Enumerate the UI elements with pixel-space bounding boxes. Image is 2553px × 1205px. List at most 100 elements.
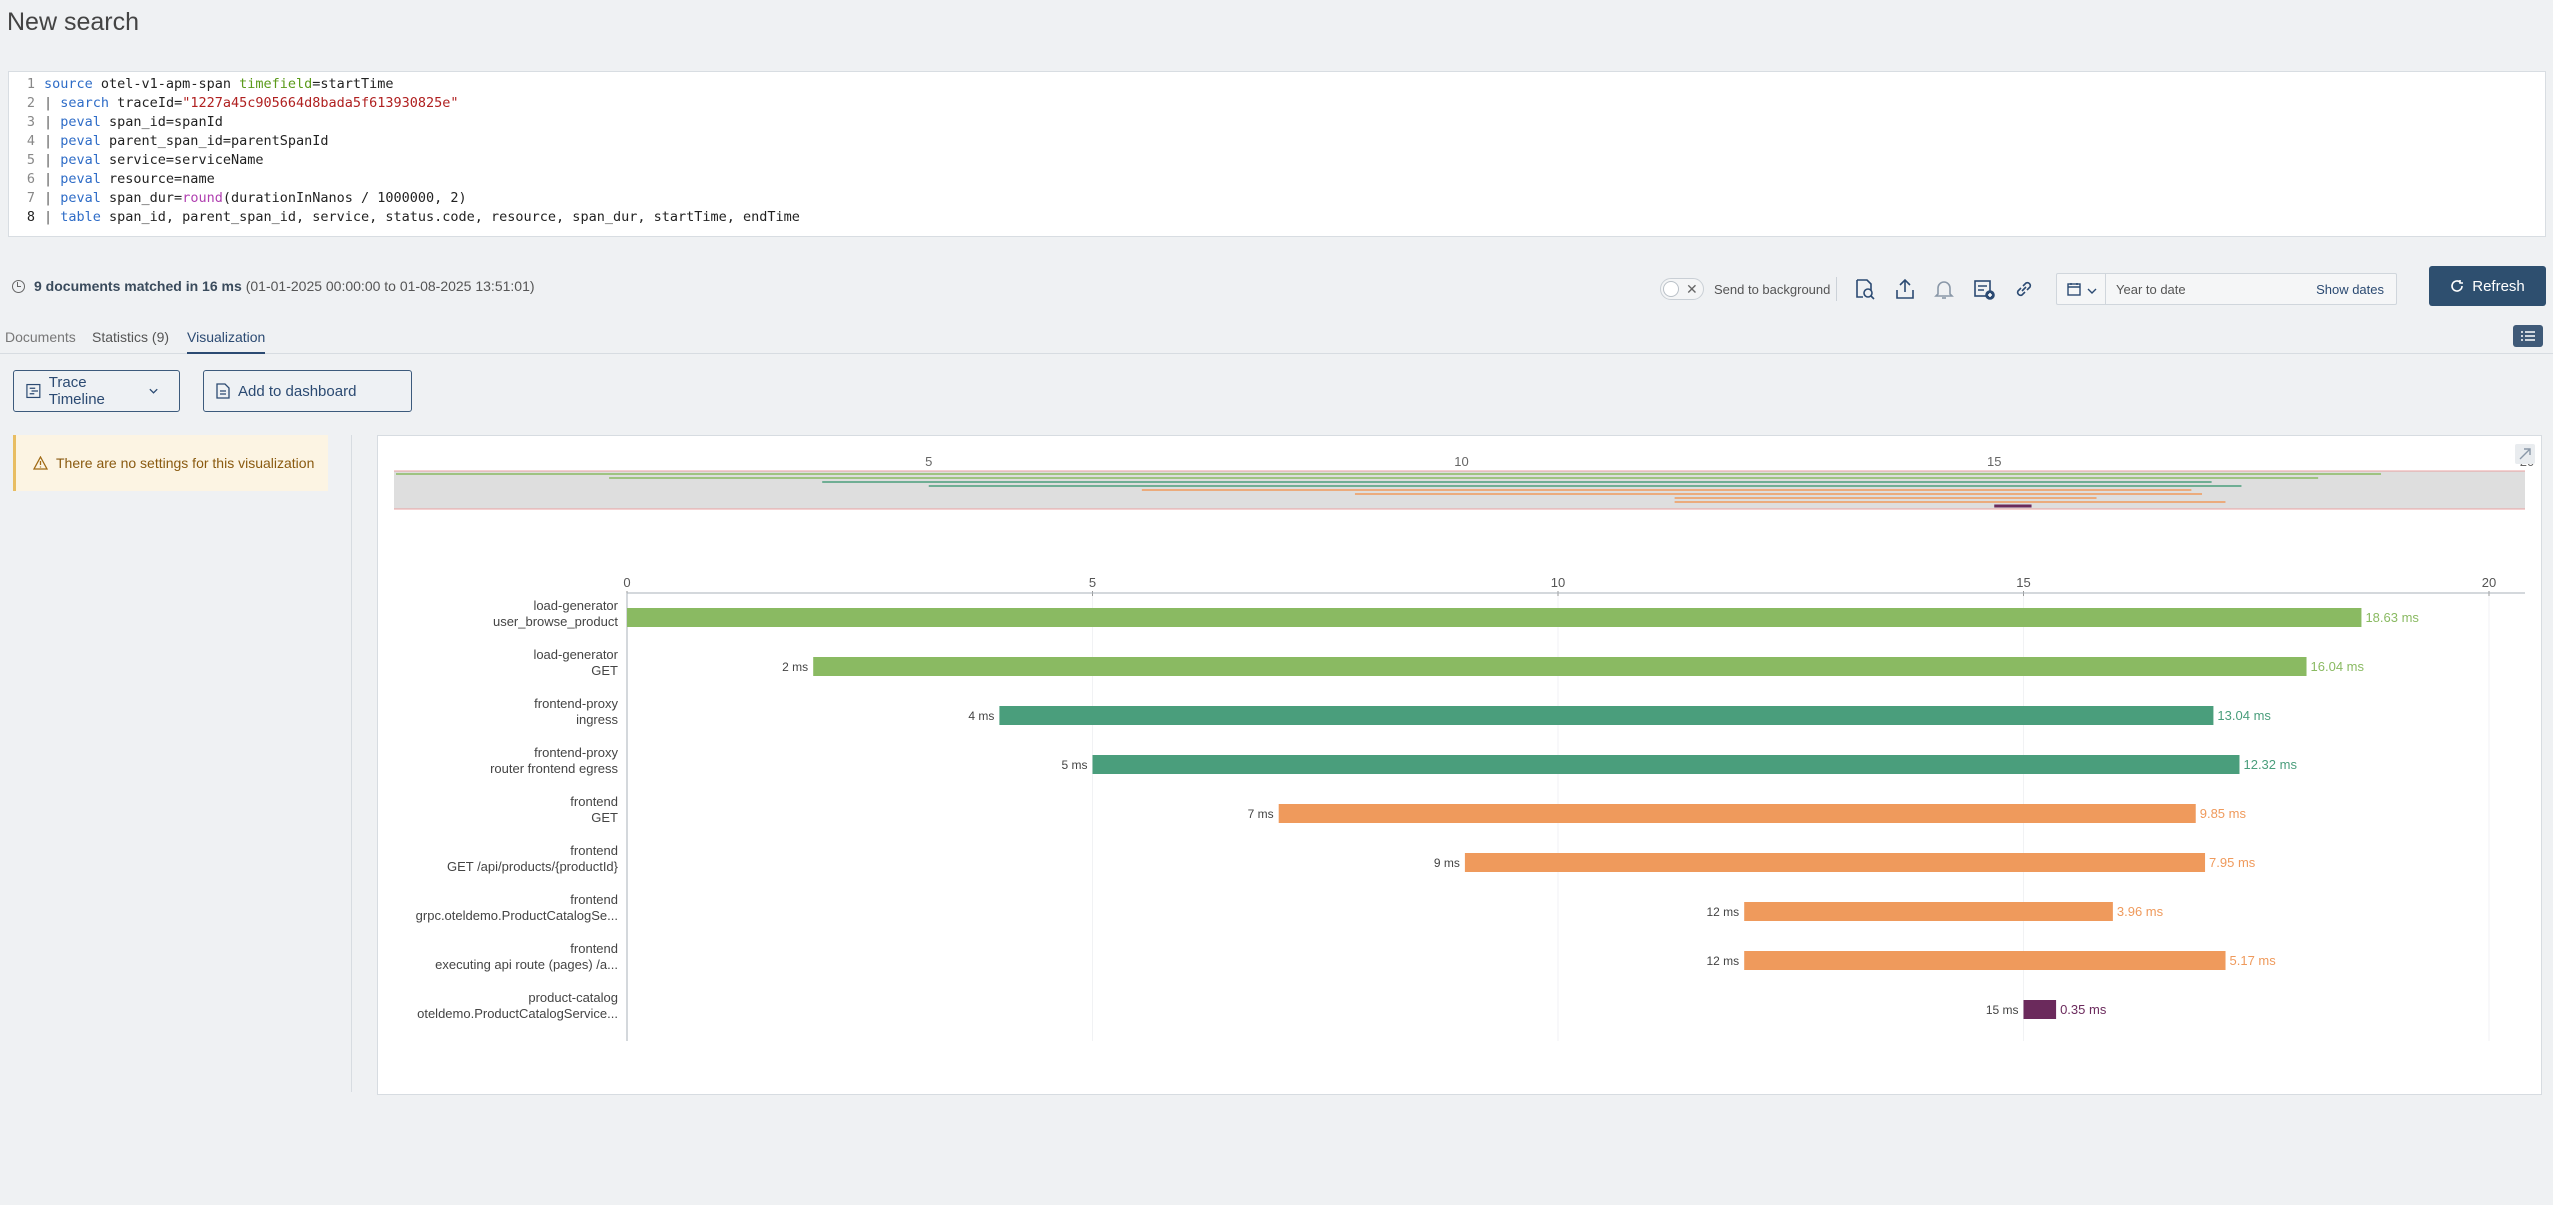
code-token: span_id, parent_span_id, service, status… (100, 209, 800, 225)
toolbar-divider (1836, 277, 1837, 301)
status-bar: 9 documents matched in 16 ms (01-01-2025… (0, 270, 2553, 306)
span-bar (2023, 1000, 2057, 1019)
span-start-label: 12 ms (1707, 954, 1740, 968)
tab-visualization[interactable]: Visualization (187, 329, 266, 354)
span-duration-label: 13.04 ms (2217, 708, 2271, 723)
span-resource-label: GET (591, 810, 618, 825)
code-token: service=serviceName (100, 152, 264, 168)
chevron-down-icon[interactable] (2087, 283, 2097, 301)
trace-timeline-panel: 510152005101520load-generatoruser_browse… (377, 435, 2542, 1095)
line-number: 4 (26, 133, 35, 149)
calendar-icon[interactable] (2067, 282, 2081, 301)
span-resource-label: router frontend egress (490, 761, 618, 776)
code-token: | (44, 152, 61, 168)
show-dates-link[interactable]: Show dates (2316, 282, 2384, 297)
span-duration-label: 16.04 ms (2311, 659, 2365, 674)
span-start-label: 2 ms (782, 660, 808, 674)
span-service-label: frontend (570, 843, 618, 858)
code-token: peval (60, 190, 101, 206)
code-line[interactable]: 8 | table span_id, parent_span_id, servic… (9, 208, 2545, 227)
refresh-button[interactable]: Refresh (2429, 266, 2546, 306)
span-bar (1744, 951, 2226, 970)
span-bar (1744, 902, 2113, 921)
code-token: span_id=spanId (100, 114, 223, 130)
tab-statistics[interactable]: Statistics (9) (92, 329, 169, 354)
code-token: search (60, 95, 110, 111)
span-duration-label: 9.85 ms (2200, 806, 2247, 821)
link-icon[interactable] (2009, 275, 2039, 303)
viz-type-label: Trace Timeline (48, 374, 105, 408)
document-icon (216, 383, 230, 399)
bell-icon[interactable] (1929, 275, 1959, 303)
toggle-knob (1663, 281, 1679, 297)
add-to-dashboard-button[interactable]: Add to dashboard (203, 370, 412, 412)
code-line[interactable]: 2 | search traceId="1227a45c905664d8bada5… (9, 94, 2545, 113)
span-start-label: 12 ms (1707, 905, 1740, 919)
span-bar (1092, 755, 2240, 774)
no-settings-notice: There are no settings for this visualiza… (13, 435, 328, 491)
code-token: span_dur= (100, 190, 183, 206)
span-start-label: 9 ms (1434, 856, 1460, 870)
span-start-label: 15 ms (1986, 1003, 2019, 1017)
date-range-value[interactable]: Year to date (2116, 282, 2186, 297)
code-line[interactable]: 6 | peval resource=name (9, 170, 2545, 189)
code-line[interactable]: 1 source otel-v1-apm-span timefield=start… (9, 75, 2545, 94)
code-token: parent_span_id=parentSpanId (100, 133, 329, 149)
span-duration-label: 0.35 ms (2060, 1002, 2107, 1017)
code-token: | (44, 133, 61, 149)
line-number: 7 (26, 190, 35, 206)
list-view-icon[interactable] (2513, 325, 2543, 347)
span-resource-label: grpc.oteldemo.ProductCatalogSe... (416, 908, 618, 923)
inspect-icon[interactable] (1849, 275, 1879, 303)
span-service-label: frontend (570, 941, 618, 956)
match-count: 9 documents matched in 16 ms (34, 278, 242, 294)
overview-tick-label: 10 (1454, 454, 1468, 469)
line-number: 5 (26, 152, 35, 168)
query-editor[interactable]: 1 source otel-v1-apm-span timefield=start… (8, 71, 2546, 237)
span-duration-label: 18.63 ms (2365, 610, 2419, 625)
span-resource-label: GET (591, 663, 618, 678)
save-report-icon[interactable] (1969, 275, 1999, 303)
span-resource-label: executing api route (pages) /a... (435, 957, 618, 972)
x-tick-label: 0 (623, 575, 630, 590)
export-icon[interactable] (1890, 275, 1920, 303)
line-number: 2 (26, 95, 35, 111)
span-resource-label: GET /api/products/{productId} (447, 859, 619, 874)
code-token: | (44, 190, 61, 206)
add-to-dashboard-label: Add to dashboard (238, 382, 357, 400)
warning-icon (33, 456, 48, 470)
chevron-down-icon (149, 388, 158, 394)
code-token: resource=name (100, 171, 215, 187)
code-token: peval (60, 133, 101, 149)
span-service-label: frontend-proxy (534, 696, 618, 711)
code-line[interactable]: 3 | peval span_id=spanId (9, 113, 2545, 132)
refresh-label: Refresh (2472, 277, 2525, 295)
send-to-background-toggle[interactable]: ✕ (1660, 278, 1704, 300)
span-service-label: frontend (570, 794, 618, 809)
code-token: =startTime (312, 76, 394, 92)
span-service-label: frontend-proxy (534, 745, 618, 760)
span-start-label: 7 ms (1248, 807, 1274, 821)
tab-documents[interactable]: Documents (5, 329, 76, 354)
line-number: 8 (26, 209, 35, 225)
code-line[interactable]: 4 | peval parent_span_id=parentSpanId (9, 132, 2545, 151)
code-line[interactable]: 5 | peval service=serviceName (9, 151, 2545, 170)
code-token: traceId= (109, 95, 183, 111)
span-duration-label: 7.95 ms (2209, 855, 2256, 870)
trace-timeline-chart: 510152005101520load-generatoruser_browse… (394, 444, 2535, 1041)
span-resource-label: ingress (576, 712, 618, 727)
code-token: timefield (239, 76, 313, 92)
span-bar (1464, 853, 2206, 872)
span-service-label: product-catalog (528, 990, 618, 1005)
page-title: New search (7, 8, 139, 36)
code-token: | (44, 209, 61, 225)
code-token: source (44, 76, 93, 92)
date-range-picker[interactable]: Year to date Show dates (2056, 273, 2397, 305)
close-icon: ✕ (1686, 281, 1698, 297)
match-summary: 9 documents matched in 16 ms (01-01-2025… (12, 278, 535, 294)
code-line[interactable]: 7 | peval span_dur=round(durationInNanos … (9, 189, 2545, 208)
panel-divider (351, 435, 352, 1092)
x-tick-label: 15 (2016, 575, 2030, 590)
viz-type-select[interactable]: Trace Timeline (13, 370, 180, 412)
code-token: "1227a45c905664d8bada5f613930825e" (182, 95, 459, 111)
